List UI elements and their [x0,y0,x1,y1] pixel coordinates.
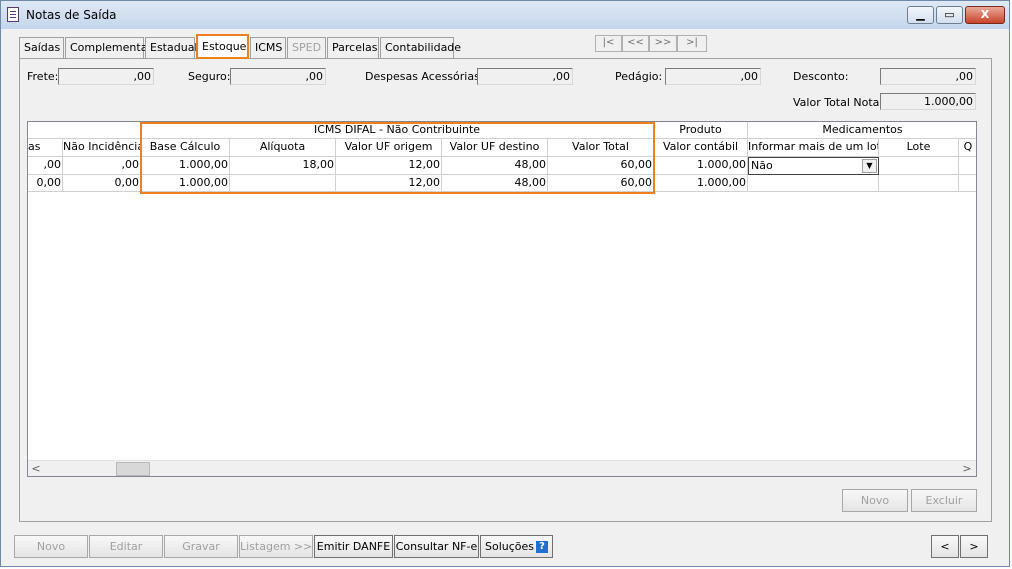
scroll-thumb[interactable] [116,462,150,476]
table-cell[interactable]: 12,00 [336,175,442,192]
document-icon [7,7,19,22]
col-header-valor-uf-destino[interactable]: Valor UF destino [442,139,548,157]
previous-record-button[interactable]: << [622,35,649,52]
tab-icms[interactable]: ICMS [250,37,286,58]
horizontal-scrollbar[interactable]: < > [28,460,976,476]
group-header-blank [28,122,141,139]
table-cell[interactable] [959,175,976,192]
table-cell[interactable] [959,157,976,175]
valor-total-nota-label: Valor Total Nota: [793,96,884,109]
table-cell[interactable]: 1.000,00 [654,175,748,192]
table-cell[interactable]: 1.000,00 [141,157,230,175]
help-icon: ? [536,541,549,553]
close-button[interactable]: X [965,6,1005,24]
col-header-valor-uf-origem[interactable]: Valor UF origem [336,139,442,157]
tab-contabilidade[interactable]: Contabilidade [380,37,461,58]
maximize-button[interactable]: ▭ [936,6,963,24]
notas-de-saida-window: Notas de Saída ▁ ▭ X Saídas Complementar… [0,0,1010,567]
consultar-nfe-button[interactable]: Consultar NF-e [394,535,479,558]
items-grid[interactable]: ICMS DIFAL - Não Contribuinte Produto Me… [27,121,977,477]
novo-button[interactable]: Novo [14,535,88,558]
previous-button[interactable]: < [931,535,959,558]
table-cell[interactable]: 0,00 [63,175,141,192]
frete-field[interactable]: ,00 [58,68,154,85]
seguro-label: Seguro: [188,70,231,83]
table-cell[interactable]: 0,00 [28,175,63,192]
minimize-button[interactable]: ▁ [907,6,934,24]
seguro-field[interactable]: ,00 [230,68,326,85]
table-cell[interactable] [230,175,336,192]
col-header-valor-contabil[interactable]: Valor contábil [654,139,748,157]
col-header-lote[interactable]: Lote [879,139,959,157]
table-cell[interactable]: 48,00 [442,157,548,175]
table-cell[interactable] [879,157,959,175]
listagem-button[interactable]: Listagem >> [239,535,313,558]
table-cell[interactable]: 48,00 [442,175,548,192]
despesas-field[interactable]: ,00 [477,68,573,85]
first-record-button[interactable]: |< [595,35,622,52]
solucoes-label: Soluções [484,540,535,553]
col-header-informar-lote[interactable]: Informar mais de um lote [748,139,879,157]
tab-saidas[interactable]: Saídas [19,37,64,58]
group-header-medicamentos: Medicamentos [748,122,976,139]
tab-sped[interactable]: SPED [287,37,326,58]
pedagio-label: Pedágio: [615,70,663,83]
desconto-label: Desconto: [793,70,849,83]
group-header-produto: Produto [654,122,748,139]
despesas-label: Despesas Acessórias: [365,70,484,83]
table-cell[interactable] [748,175,879,192]
tab-parcelas[interactable]: Parcelas [327,37,379,58]
tab-estoque[interactable]: Estoque [196,34,249,59]
next-button[interactable]: > [960,535,988,558]
chevron-down-icon[interactable]: ▼ [862,159,877,173]
editar-button[interactable]: Editar [89,535,163,558]
col-header-nao-incidencia[interactable]: Não Incidência [63,139,141,157]
table-cell[interactable]: 1.000,00 [654,157,748,175]
table-cell[interactable]: 60,00 [548,175,654,192]
valor-total-nota-field: 1.000,00 [880,93,976,110]
grid-novo-button[interactable]: Novo [842,489,908,512]
table-cell[interactable] [879,175,959,192]
informar-lote-value: Não [751,159,773,172]
col-header-q[interactable]: Q [959,139,976,157]
tab-estadual[interactable]: Estadual [145,37,198,58]
informar-lote-dropdown[interactable]: Não ▼ [748,157,879,175]
table-cell[interactable]: 60,00 [548,157,654,175]
pedagio-field[interactable]: ,00 [665,68,761,85]
table-cell[interactable]: 12,00 [336,157,442,175]
table-cell[interactable]: ,00 [28,157,63,175]
col-header-as[interactable]: as [28,139,63,157]
frete-label: Frete: [27,70,59,83]
col-header-valor-total[interactable]: Valor Total [548,139,654,157]
scroll-right-icon[interactable]: > [959,461,975,477]
col-header-aliquota[interactable]: Alíquota [230,139,336,157]
last-record-button[interactable]: >| [677,35,707,52]
next-record-button[interactable]: >> [649,35,677,52]
tab-complementar[interactable]: Complementar [65,37,152,58]
title-bar: Notas de Saída ▁ ▭ X [1,1,1009,29]
window-title: Notas de Saída [26,8,117,22]
gravar-button[interactable]: Gravar [164,535,238,558]
table-cell[interactable]: 1.000,00 [141,175,230,192]
group-header-difal: ICMS DIFAL - Não Contribuinte [141,122,654,139]
emitir-danfe-button[interactable]: Emitir DANFE [314,535,393,558]
col-header-base-calculo[interactable]: Base Cálculo [141,139,230,157]
solucoes-button[interactable]: Soluções? [480,535,553,558]
table-cell[interactable]: ,00 [63,157,141,175]
grid-excluir-button[interactable]: Excluir [911,489,977,512]
scroll-left-icon[interactable]: < [28,461,44,477]
desconto-field[interactable]: ,00 [880,68,976,85]
table-cell[interactable]: 18,00 [230,157,336,175]
